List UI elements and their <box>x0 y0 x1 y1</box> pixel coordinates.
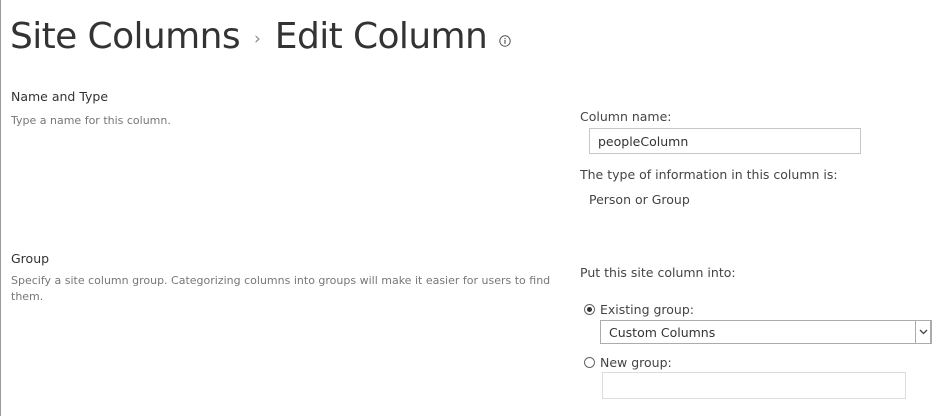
column-type-value: Person or Group <box>589 192 690 207</box>
breadcrumb-current: Edit Column <box>274 15 488 57</box>
group-heading: Group <box>11 251 50 266</box>
chevron-down-icon[interactable] <box>915 320 931 344</box>
column-name-label: Column name: <box>580 109 672 124</box>
existing-group-option[interactable]: Existing group: <box>584 302 694 317</box>
name-and-type-description: Type a name for this column. <box>11 114 171 127</box>
existing-group-selected-value: Custom Columns <box>609 324 716 340</box>
info-icon[interactable] <box>499 34 511 47</box>
new-group-option[interactable]: New group: <box>584 355 672 370</box>
name-and-type-heading: Name and Type <box>11 89 109 104</box>
existing-group-radio[interactable] <box>584 304 595 315</box>
group-description: Specify a site column group. Categorizin… <box>11 274 551 303</box>
new-group-input[interactable] <box>602 372 906 399</box>
new-group-radio[interactable] <box>584 357 595 368</box>
edit-column-page: Site Columns › Edit Column Name and Type… <box>0 0 935 416</box>
breadcrumb-separator: › <box>253 29 261 49</box>
page-title: Site Columns › Edit Column <box>10 10 511 62</box>
put-into-label: Put this site column into: <box>580 265 736 280</box>
column-name-input[interactable] <box>589 128 861 154</box>
existing-group-select[interactable]: Custom Columns <box>600 320 932 344</box>
new-group-label[interactable]: New group: <box>600 355 672 370</box>
breadcrumb-site-columns-link[interactable]: Site Columns <box>10 16 241 57</box>
column-type-label: The type of information in this column i… <box>580 167 838 182</box>
existing-group-label[interactable]: Existing group: <box>600 302 694 317</box>
